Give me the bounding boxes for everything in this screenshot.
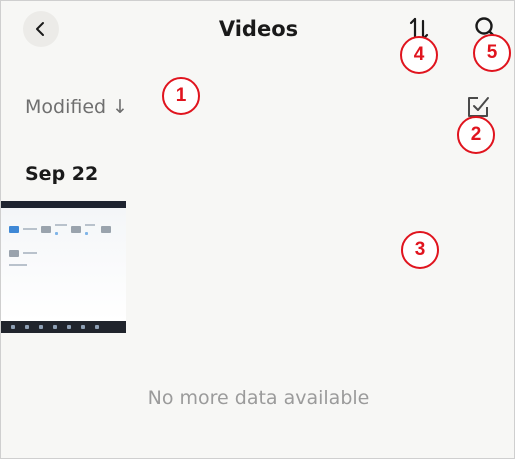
thumbnail-dot [55,232,58,235]
date-group-header: Sep 22 [25,163,99,185]
thumbnail-taskbar-icon [67,325,71,329]
thumbnail-line [9,264,27,266]
callout-2: 2 [457,116,495,154]
callout-3: 3 [401,231,439,269]
video-thumbnail[interactable] [1,201,126,333]
callout-5: 5 [473,34,511,72]
thumbnail-line [55,224,67,226]
thumbnail-tile [101,226,111,233]
thumbnail-titlebar [1,201,126,208]
callout-1: 1 [162,77,200,115]
thumbnail-taskbar-icon [25,325,29,329]
thumbnail-tile [9,226,19,233]
callout-4: 4 [400,36,438,74]
thumbnail-tile [9,250,19,257]
thumbnail-taskbar-icon [81,325,85,329]
thumbnail-line [23,252,37,254]
page-title: Videos [218,17,299,41]
thumbnail-taskbar [1,321,126,333]
sort-by-modified-button[interactable]: Modified ↓ [25,96,128,118]
thumbnail-taskbar-icon [39,325,43,329]
thumbnail-window [1,208,126,321]
videos-screen: Videos Modified ↓ Sep 22 No more data av… [0,0,515,459]
thumbnail-tile [41,226,51,233]
thumbnail-dot [85,232,88,235]
end-of-list-message: No more data available [147,387,370,409]
thumbnail-line [85,224,95,226]
thumbnail-tile [71,226,81,233]
thumbnail-taskbar-icon [11,325,15,329]
thumbnail-taskbar-icon [95,325,99,329]
thumbnail-taskbar-icon [53,325,57,329]
thumbnail-line [23,228,37,230]
